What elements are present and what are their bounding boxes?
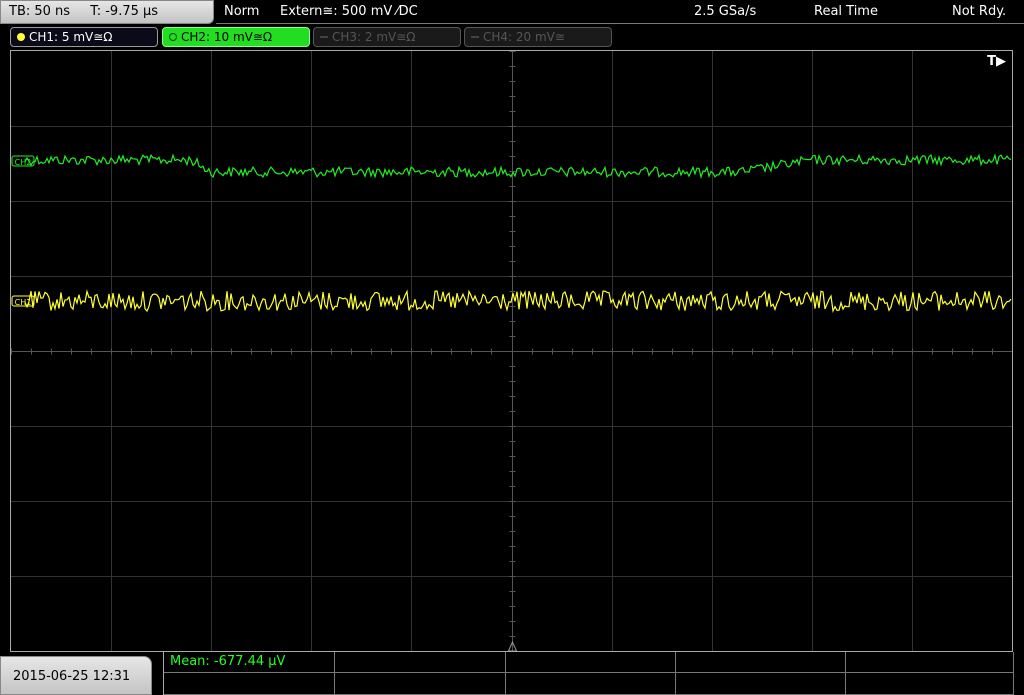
ch4-indicator-icon	[471, 36, 479, 38]
measurement-cell[interactable]	[335, 673, 506, 695]
trigger-position-marker[interactable]: T▶	[987, 54, 1006, 69]
trigger-source[interactable]: Extern≅: 500 mV ⁄DC	[280, 0, 418, 24]
ch1-waveform	[24, 289, 1012, 314]
timebase-value: TB: 50 ns	[9, 4, 71, 19]
measurement-cell[interactable]	[846, 673, 1014, 695]
ch3-indicator-icon	[320, 36, 328, 38]
acquisition-state: Not Rdy.	[952, 4, 1007, 19]
measurement-table: Mean: -677.44 µV	[163, 652, 1014, 695]
tab-ch1[interactable]: CH1: 5 mV≅Ω	[10, 27, 158, 47]
ch1-level-marker: CH1	[15, 298, 32, 307]
ch2-waveform	[24, 153, 1012, 180]
measurement-mean[interactable]: Mean: -677.44 µV	[164, 652, 335, 673]
graticule: CH2 CH1	[11, 51, 1012, 651]
ch1-indicator-icon	[17, 33, 25, 41]
measurement-cell[interactable]	[335, 652, 506, 673]
tab-ch2[interactable]: CH2: 10 mV≅Ω	[162, 27, 310, 47]
trigger-time-value: T: -9.75 µs	[90, 4, 159, 19]
ch1-label: CH1: 5 mV≅Ω	[29, 30, 113, 44]
measurement-cell[interactable]	[676, 673, 846, 695]
measurement-cell[interactable]	[846, 652, 1014, 673]
measurement-cell[interactable]	[676, 652, 846, 673]
ch2-label: CH2: 10 mV≅Ω	[181, 30, 273, 44]
sample-rate: 2.5 GSa/s	[694, 4, 757, 19]
trigger-mode[interactable]: Norm	[224, 0, 259, 24]
measurement-cell[interactable]	[506, 652, 676, 673]
acquisition-mode[interactable]: Real Time	[814, 0, 878, 24]
waveform-display[interactable]: CH2 CH1 T▶	[10, 50, 1013, 652]
tab-ch3[interactable]: CH3: 2 mV≅Ω	[313, 27, 461, 47]
date-time-display: 2015-06-25 12:31	[0, 656, 152, 695]
measurement-cell[interactable]	[164, 673, 335, 695]
ch2-level-marker: CH2	[15, 158, 32, 167]
ch2-indicator-icon	[169, 33, 177, 41]
ch3-label: CH3: 2 mV≅Ω	[332, 30, 416, 44]
status-bar: Norm Extern≅: 500 mV ⁄DC 2.5 GSa/s Real …	[216, 0, 1024, 24]
tab-ch4[interactable]: CH4: 20 mV≅	[464, 27, 612, 47]
ch4-label: CH4: 20 mV≅	[483, 30, 565, 44]
timebase-panel[interactable]: TB: 50 ns T: -9.75 µs	[0, 0, 214, 24]
measurement-cell[interactable]	[506, 673, 676, 695]
